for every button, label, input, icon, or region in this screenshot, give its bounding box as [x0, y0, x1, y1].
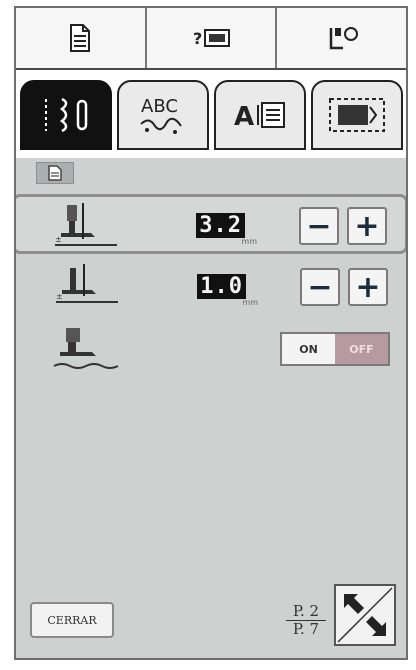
pressure-plus-button[interactable]: + [348, 268, 388, 306]
current-page: P. 2 [286, 603, 326, 621]
help-button[interactable]: ? [147, 8, 278, 68]
toggle-on-button[interactable]: ON [282, 334, 335, 364]
svg-text:±: ± [55, 235, 62, 244]
svg-text:?: ? [193, 29, 202, 48]
sensor-row: ON OFF [16, 320, 406, 380]
tab-utility-stitch[interactable] [20, 80, 112, 150]
help-icon: ? [193, 29, 230, 48]
character-stitch-icon: ABC [140, 96, 182, 134]
diagonal-arrows-icon [337, 587, 393, 643]
settings-panel: ± 3.2 mm − + ± 1.0 mm − + ON OFF CERRAR … [16, 158, 406, 658]
tab-a-label: A [234, 102, 254, 132]
page-small-icon [48, 165, 62, 181]
settings-button[interactable] [277, 8, 406, 68]
presser-foot-height-icon: ± [55, 203, 117, 246]
presser-foot-pressure-unit: mm [242, 298, 258, 307]
tab-abc-label: ABC [141, 96, 178, 117]
close-button[interactable]: CERRAR [30, 602, 114, 638]
height-plus-button[interactable]: + [347, 207, 387, 245]
presser-foot-pressure-value-box: 1.0 [197, 272, 246, 300]
tab-embroidery[interactable] [311, 80, 403, 150]
settings-icon [329, 27, 358, 50]
sewing-machine-screen: ? ABC A ± 3.2 mm − + ± 1.0 mm − + ON OFF… [14, 6, 408, 660]
presser-foot-pressure-row[interactable]: ± 1.0 mm − + [16, 258, 406, 318]
tab-letter[interactable]: A [214, 80, 306, 150]
sensor-foot-icon [53, 328, 119, 369]
presser-foot-height-row[interactable]: ± 3.2 mm − + [16, 194, 406, 254]
pressure-minus-button[interactable]: − [300, 268, 340, 306]
sensor-toggle[interactable]: ON OFF [280, 332, 390, 366]
page-icon [70, 24, 91, 52]
embroidery-icon [329, 98, 385, 132]
toggle-off-button[interactable]: OFF [335, 334, 388, 364]
tab-character-stitch[interactable]: ABC [117, 80, 209, 150]
total-pages: P. 7 [292, 620, 320, 638]
utility-stitch-icon [45, 97, 88, 133]
category-tabs: ABC A [16, 70, 406, 160]
svg-text:±: ± [56, 292, 63, 301]
presser-foot-pressure-value: 1.0 [197, 273, 246, 299]
letter-icon: A [234, 102, 285, 132]
presser-foot-height-value: 3.2 [196, 212, 245, 238]
presser-foot-pressure-icon: ± [56, 264, 118, 303]
page-button[interactable] [16, 8, 147, 68]
page-indicator: P. 2 P. 7 [286, 603, 326, 638]
height-minus-button[interactable]: − [299, 207, 339, 245]
page-nav-button[interactable] [334, 584, 396, 646]
presser-foot-height-value-box: 3.2 [196, 211, 245, 239]
top-toolbar: ? [16, 8, 406, 70]
page-header-tab[interactable] [36, 162, 74, 184]
presser-foot-height-unit: mm [241, 237, 257, 246]
